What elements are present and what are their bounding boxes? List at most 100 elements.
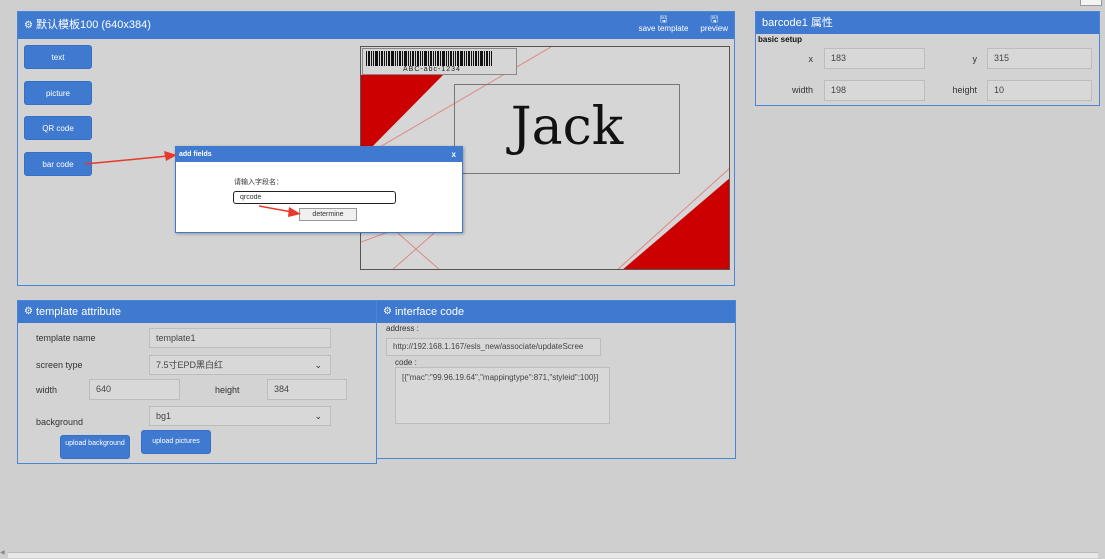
preview-icon: 🖫: [710, 14, 719, 24]
bar-code-button[interactable]: bar code: [24, 152, 92, 176]
add-fields-dialog: add fields x 请输入字段名： determine: [175, 146, 463, 233]
barcode-bar: [433, 51, 434, 66]
x-field[interactable]: 183: [824, 48, 925, 69]
background-select[interactable]: bg1 ⌄: [149, 406, 331, 426]
barcode-bar: [412, 51, 414, 66]
barcode-bar: [453, 51, 454, 66]
barcode-attributes-panel: barcode1 属性 basic setup x 183 y 315 widt…: [755, 11, 1100, 106]
height-field[interactable]: 384: [267, 379, 347, 400]
barcode-bar: [420, 51, 421, 66]
barcode-text: ABC-abc-1234: [403, 66, 461, 73]
barcode-bar: [478, 51, 479, 66]
y-label: y: [972, 54, 978, 64]
scroll-left-icon[interactable]: ◀: [0, 549, 5, 556]
determine-button[interactable]: determine: [299, 208, 357, 221]
address-label: address :: [386, 324, 419, 333]
barcode-bar: [373, 51, 374, 66]
code-textarea[interactable]: [{"mac":"99.96.19.64","mappingtype":871,…: [395, 367, 610, 424]
jack-text: Jack: [510, 97, 624, 157]
corner-button[interactable]: [1080, 0, 1102, 6]
background-label: background: [36, 417, 84, 427]
height-label: height: [215, 385, 240, 395]
dialog-header: add fields x: [176, 147, 462, 162]
save-template-button[interactable]: 🖫 save template: [639, 14, 689, 34]
gear-icon: ⚙: [383, 306, 392, 317]
barcode-bar: [402, 51, 403, 66]
barcode-bar: [397, 51, 398, 66]
barcode-bar: [468, 51, 470, 66]
height-field[interactable]: 10: [987, 80, 1092, 101]
qr-code-button[interactable]: QR code: [24, 116, 92, 140]
barcode-bar: [460, 51, 463, 66]
text-button[interactable]: text: [24, 45, 92, 69]
template-name-field[interactable]: template1: [149, 328, 331, 348]
barcode-bar: [489, 51, 490, 66]
preview-button[interactable]: 🖫 preview: [700, 14, 728, 34]
gear-icon: ⚙: [24, 20, 33, 31]
basic-setup-title: basic setup: [758, 35, 803, 44]
barcode-bar: [404, 51, 407, 66]
chevron-down-icon: ⌄: [314, 360, 322, 370]
barcode-bar: [475, 51, 477, 66]
height-label: height: [952, 85, 977, 95]
barcode-bar: [399, 51, 401, 66]
field-name-input[interactable]: [233, 191, 396, 204]
barcode-bar: [428, 51, 429, 66]
gear-icon: ⚙: [24, 306, 33, 317]
red-triangle-bottom-right: [623, 178, 729, 269]
barcode-bar: [473, 51, 474, 66]
barcode-bar: [417, 51, 419, 66]
upload-pictures-button[interactable]: upload pictures: [141, 430, 211, 454]
width-field[interactable]: 198: [824, 80, 925, 101]
barcode-bar: [384, 51, 385, 66]
editor-title: 默认模板100 (640x384): [35, 19, 151, 31]
dialog-title: add fields: [179, 151, 212, 158]
code-label: code :: [395, 358, 417, 367]
barcode-bar: [375, 51, 378, 66]
barcode-bar: [395, 51, 396, 66]
screen-type-select[interactable]: 7.5寸EPD黑白红 ⌄: [149, 355, 331, 375]
upload-background-button[interactable]: upload background: [60, 435, 130, 459]
interface-header: ⚙ interface code: [377, 301, 735, 323]
barcode-bar: [466, 51, 467, 66]
barcode-bar: [491, 51, 492, 66]
barcode-bar: [484, 51, 485, 66]
width-label: width: [791, 85, 813, 95]
barcode-bar: [437, 51, 439, 66]
picture-button[interactable]: picture: [24, 81, 92, 105]
barcode-element[interactable]: ABC-abc-1234: [362, 48, 517, 75]
editor-toolbar: 🖫 save template 🖫 preview: [639, 14, 728, 34]
barcode-bar: [391, 51, 394, 66]
barcode-bar: [410, 51, 411, 66]
barcode-bar: [422, 51, 423, 66]
save-icon: 🖫: [659, 14, 668, 24]
barcode-bar: [486, 51, 488, 66]
horizontal-scrollbar[interactable]: [8, 552, 1098, 558]
barcode-bar: [424, 51, 427, 66]
barcode-bar: [450, 51, 452, 66]
barcode-bar: [435, 51, 436, 66]
interface-title: interface code: [394, 306, 465, 318]
template-title: template attribute: [35, 306, 121, 318]
interface-code-panel: ⚙ interface code address : http://192.16…: [376, 300, 736, 459]
screen-type-label: screen type: [36, 360, 83, 370]
barcode-bar: [442, 51, 445, 66]
barcode-bar: [471, 51, 472, 66]
address-field[interactable]: http://192.168.1.167/esls_new/associate/…: [386, 338, 601, 356]
template-attribute-panel: ⚙ template attribute template name templ…: [17, 300, 377, 464]
barcode-bar: [415, 51, 416, 66]
template-header: ⚙ template attribute: [18, 301, 376, 323]
y-field[interactable]: 315: [987, 48, 1092, 69]
barcode-bar: [448, 51, 449, 66]
barcode-bar: [379, 51, 380, 66]
text-element-jack[interactable]: Jack: [454, 84, 680, 174]
barcode-bar: [386, 51, 387, 66]
barcode-bar: [388, 51, 390, 66]
barcode-bar: [381, 51, 383, 66]
editor-header: ⚙ 默认模板100 (640x384) 🖫 save template 🖫 pr…: [18, 12, 734, 39]
barcode-bar: [440, 51, 441, 66]
width-field[interactable]: 640: [89, 379, 180, 400]
barcode-bar: [366, 51, 367, 66]
close-icon[interactable]: x: [452, 147, 456, 162]
width-label: width: [36, 385, 58, 395]
